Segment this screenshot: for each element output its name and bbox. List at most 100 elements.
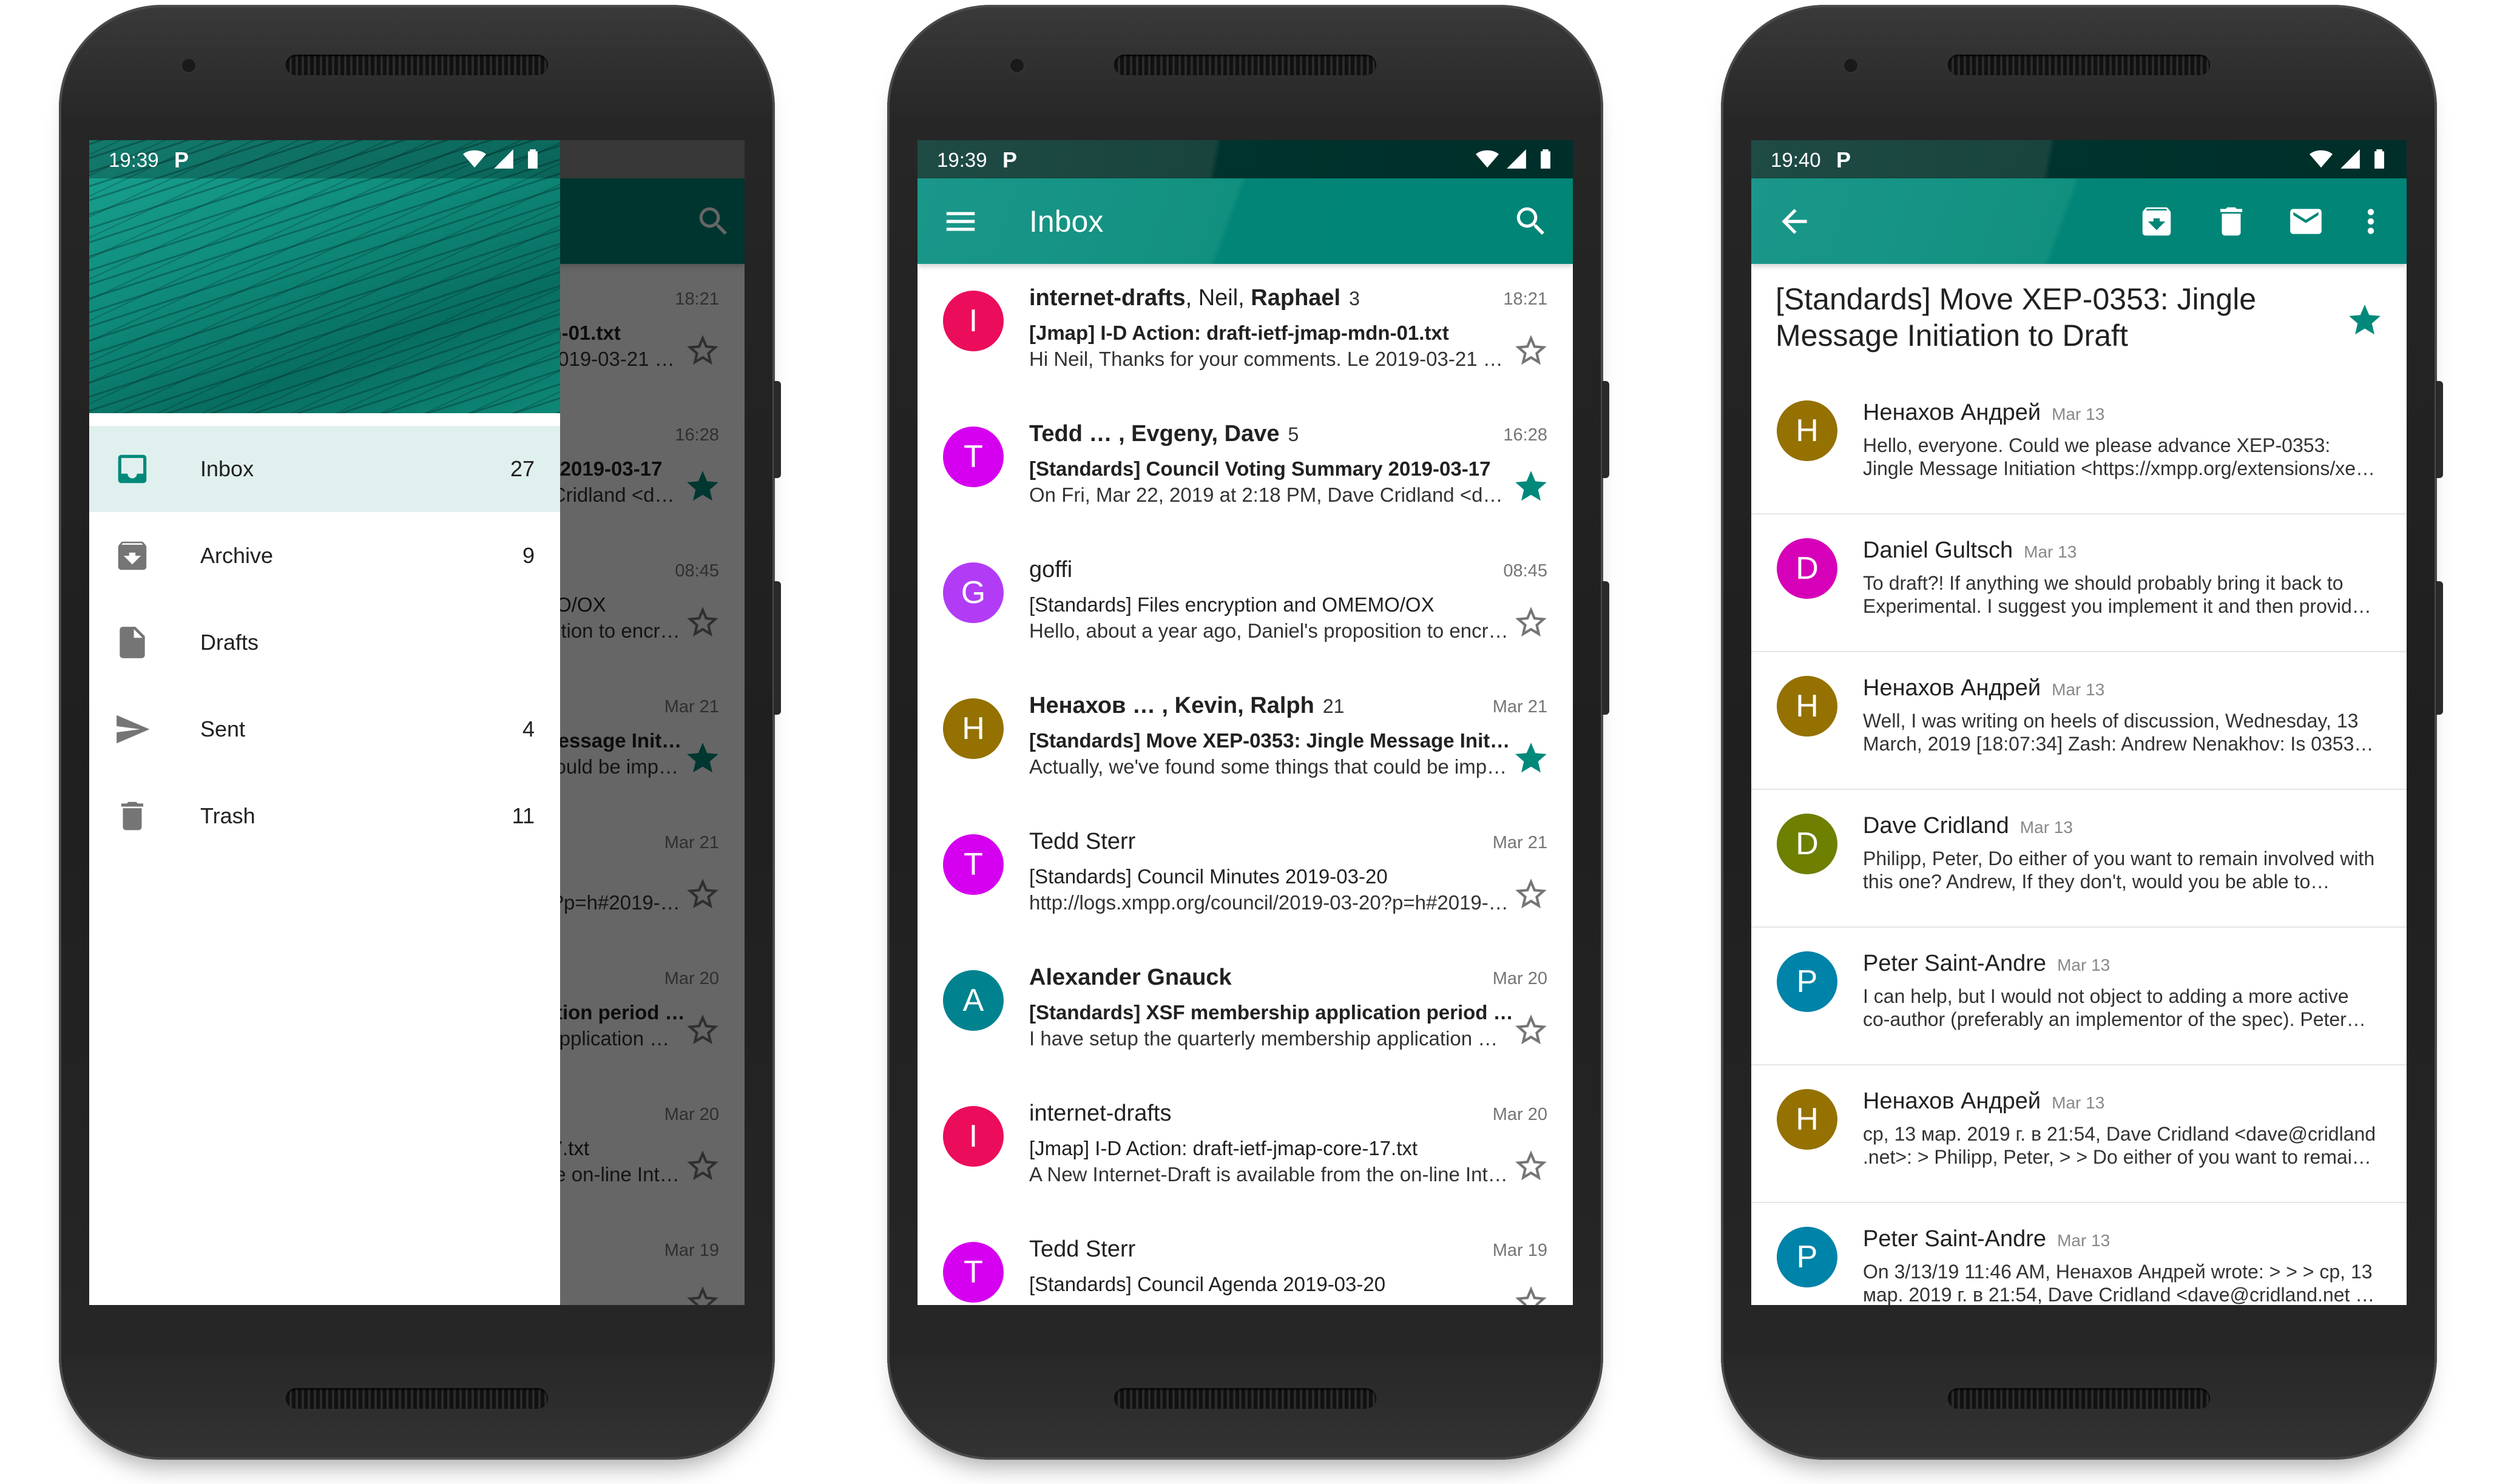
toolbar (1751, 178, 2407, 264)
volume-button (2436, 581, 2443, 715)
message-subject: [Standards] Council Agenda 2019-03-20 (1029, 1273, 1386, 1295)
message-list: Iinternet-drafts, Neil, Raphael318:21[Jm… (918, 264, 1573, 1305)
archive-icon (118, 541, 147, 570)
avatar: D (1777, 814, 1837, 874)
thread-message[interactable]: P Peter Saint-Andre Mar 13 I can help, but … (1751, 928, 2407, 1065)
menu-icon[interactable] (942, 203, 979, 240)
drawer-item-archive[interactable]: Archive 9 (89, 513, 560, 599)
thread-message[interactable]: H Ненахов Андрей Mar 13 Well, I was writing… (1751, 652, 2407, 790)
sender-names: internet-drafts, Neil, Raphael 3 (1029, 285, 1360, 311)
message-time: Mar 20 (1492, 969, 1547, 988)
search-icon[interactable] (1512, 203, 1550, 240)
sender-name: Ненахов Андрей (1863, 400, 2041, 425)
sender-name: Ненахов Андрей (1863, 675, 2041, 701)
thread-message[interactable]: H Ненахов Андрей Mar 13 ср, 13 мар. 2019 г.… (1751, 1065, 2407, 1203)
star-filled-icon[interactable] (2346, 302, 2384, 339)
thread-message[interactable]: H Ненахов Андрей Mar 13 Hello, everyone. Co… (1751, 377, 2407, 514)
star-filled-icon[interactable] (1512, 468, 1550, 505)
message-preview: On Fri, Mar 22, 2019 at 2:18 PM, Dave Cr… (1029, 484, 1509, 506)
drawer-header-image (89, 140, 560, 413)
mail-icon[interactable] (2287, 203, 2325, 240)
screen-drawer: Inbox Iinternet-drafts, Neil, Raphael318… (89, 140, 745, 1305)
message-time: 16:28 (1503, 425, 1547, 445)
toolbar-title: Inbox (1029, 204, 1104, 238)
message-list-item[interactable]: A Alexander Gnauck Mar 20 [Standards] XSF m… (918, 943, 1573, 1079)
message-list-item[interactable]: T Tedd … , Evgeny, Dave 5 16:28 [Standards] … (918, 400, 1573, 536)
message-list-item[interactable]: Iinternet-drafts, Neil, Raphael 3 18:21 [Jm… (918, 264, 1573, 400)
sender-name: Daniel Gultsch (1863, 538, 2013, 563)
thread-count: 5 (1288, 423, 1299, 445)
front-camera (1842, 57, 1859, 74)
drawer-item-count: 9 (522, 543, 535, 568)
sender-name: Peter Saint-Andre (1863, 951, 2047, 976)
message-subject: [Jmap] I-D Action: draft-ietf-jmap-mdn-0… (1029, 322, 1449, 344)
message-sender: Peter Saint-Andre Mar 13 (1863, 1226, 2110, 1252)
avatar: T (943, 1242, 1004, 1303)
more-vert-icon[interactable] (2352, 203, 2390, 240)
avatar: A (943, 970, 1004, 1031)
wifi-icon (463, 150, 486, 168)
message-preview: To draft?! If anything we should probabl… (1863, 572, 2363, 617)
speaker-grille (1948, 1388, 2210, 1409)
drawer-item-sent[interactable]: Sent 4 (89, 686, 560, 772)
status-time: 19:39 (937, 149, 987, 171)
message-list-item[interactable]: Iinternet-drafts Mar 20 [Jmap] I-D Action:… (918, 1079, 1573, 1215)
message-date: Mar 13 (2057, 1231, 2110, 1250)
status-time: 19:39 (109, 149, 159, 171)
avatar: P (1777, 951, 1837, 1012)
message-subject: [Standards] Move XEP-0353: Jingle Messag… (1029, 729, 1515, 752)
message-sender: Daniel Gultsch Mar 13 (1863, 538, 2077, 564)
back-arrow-icon[interactable] (1776, 203, 1813, 240)
wifi-icon (1476, 150, 1499, 168)
message-preview: A New Internet-Draft is available from t… (1029, 1163, 1509, 1186)
trash-icon[interactable] (2212, 203, 2250, 240)
star-filled-icon[interactable] (1512, 740, 1550, 777)
message-time: Mar 19 (1492, 1241, 1547, 1260)
star-outline-icon[interactable] (1512, 332, 1550, 369)
thread-message[interactable]: D Dave Cridland Mar 13 Philipp, Peter, Do e… (1751, 790, 2407, 928)
status-time: 19:40 (1771, 149, 1821, 171)
message-preview: Hello, about a year ago, Daniel's propos… (1029, 619, 1509, 642)
drawer-item-drafts[interactable]: Drafts (89, 599, 560, 686)
message-list-item[interactable]: T Tedd Sterr Mar 19 [Standards] Council Age… (918, 1215, 1573, 1305)
send-icon (117, 715, 150, 744)
star-outline-icon[interactable] (1512, 604, 1550, 641)
signal-icon (1507, 149, 1526, 169)
star-outline-icon[interactable] (1512, 1147, 1550, 1185)
message-preview: I can help, but I would not object to ad… (1863, 985, 2349, 1030)
sender-name-part: goffi (1029, 557, 1073, 582)
phone-frame: 19:40 P [Standards] Move XEP-0353: Jingle… (1721, 5, 2443, 1460)
message-date: Mar 13 (2057, 956, 2110, 974)
message-list-item[interactable]: H Ненахов … , Kevin, Ralph 21 Mar 21 [Standa… (918, 672, 1573, 808)
drawer-item-trash[interactable]: Trash 11 (89, 773, 560, 859)
message-list-item[interactable]: Ggoffi 08:45 [Standards] Files encryption … (918, 536, 1573, 672)
power-button (2436, 381, 2443, 478)
drawer-item-label: Archive (200, 543, 274, 568)
drafts-icon (120, 627, 145, 658)
star-outline-icon[interactable] (1512, 1283, 1550, 1305)
archive-icon[interactable] (2138, 203, 2175, 240)
toolbar: Inbox (918, 178, 1573, 264)
message-preview: Hello, everyone. Could we please advance… (1863, 434, 2373, 479)
speaker-grille (1114, 55, 1376, 75)
message-preview: Actually, we've found some things that c… (1029, 755, 1509, 778)
front-camera (1009, 57, 1026, 74)
thread-message[interactable]: P Peter Saint-Andre Mar 13 On 3/13/19 11:46… (1751, 1203, 2407, 1305)
sender-names: goffi (1029, 557, 1072, 583)
sender-name-part: Raphael (1251, 285, 1341, 311)
message-preview: ср, 13 мар. 2019 г. в 21:54, Dave Cridla… (1863, 1123, 2376, 1168)
message-list-item[interactable]: T Tedd Sterr Mar 21 [Standards] Council Min… (918, 808, 1573, 943)
thread-count: 3 (1349, 288, 1360, 309)
avatar: H (943, 698, 1004, 759)
avatar: H (1777, 1089, 1837, 1150)
drawer-item-inbox[interactable]: Inbox 27 (89, 426, 560, 512)
status-bar: 19:39 P (89, 140, 560, 178)
sender-name: Ненахов Андрей (1863, 1088, 2041, 1114)
message-time: 08:45 (1503, 561, 1547, 581)
star-outline-icon[interactable] (1512, 875, 1550, 913)
thread-message[interactable]: D Daniel Gultsch Mar 13 To draft?! If anyth… (1751, 514, 2407, 652)
message-subject: [Standards] Files encryption and OMEMO/O… (1029, 593, 1435, 616)
message-subject: [Standards] XSF membership application p… (1029, 1001, 1515, 1024)
star-outline-icon[interactable] (1512, 1011, 1550, 1049)
drawer-item-label: Inbox (200, 456, 254, 481)
